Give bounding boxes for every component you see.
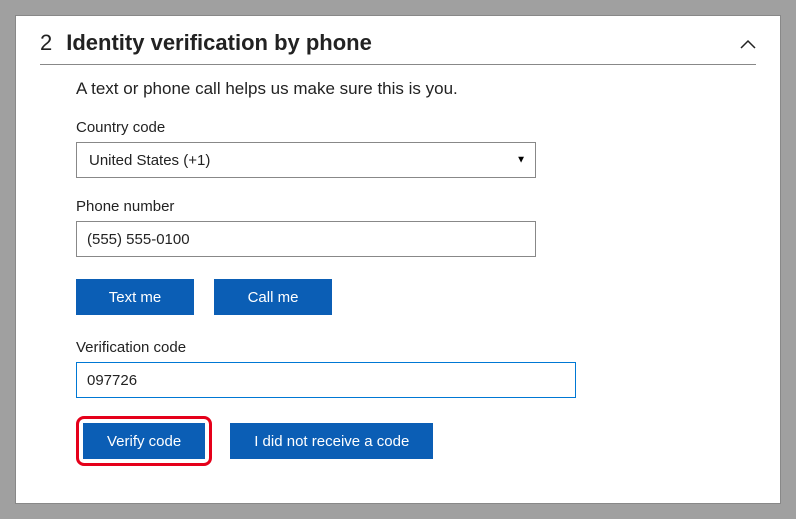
not-received-button[interactable]: I did not receive a code: [230, 423, 433, 459]
step-number: 2: [40, 30, 52, 56]
identity-verification-panel: 2 Identity verification by phone A text …: [15, 15, 781, 504]
country-code-value: United States (+1): [76, 142, 536, 178]
call-me-button[interactable]: Call me: [214, 279, 332, 315]
text-me-button[interactable]: Text me: [76, 279, 194, 315]
verify-button-row: Verify code I did not receive a code: [76, 416, 756, 466]
section-subtitle: A text or phone call helps us make sure …: [76, 79, 756, 99]
verification-code-input[interactable]: [76, 362, 576, 398]
section-body: A text or phone call helps us make sure …: [40, 65, 756, 466]
highlight-ring: Verify code: [76, 416, 212, 466]
country-code-label: Country code: [76, 119, 756, 136]
verification-code-label: Verification code: [76, 339, 756, 356]
country-code-select[interactable]: United States (+1) ▼: [76, 142, 536, 178]
phone-number-label: Phone number: [76, 198, 756, 215]
step-title: Identity verification by phone: [66, 30, 726, 56]
phone-number-input[interactable]: [76, 221, 536, 257]
send-code-button-row: Text me Call me: [76, 279, 756, 315]
section-header[interactable]: 2 Identity verification by phone: [40, 30, 756, 65]
verify-code-button[interactable]: Verify code: [83, 423, 205, 459]
chevron-up-icon[interactable]: [740, 33, 756, 54]
